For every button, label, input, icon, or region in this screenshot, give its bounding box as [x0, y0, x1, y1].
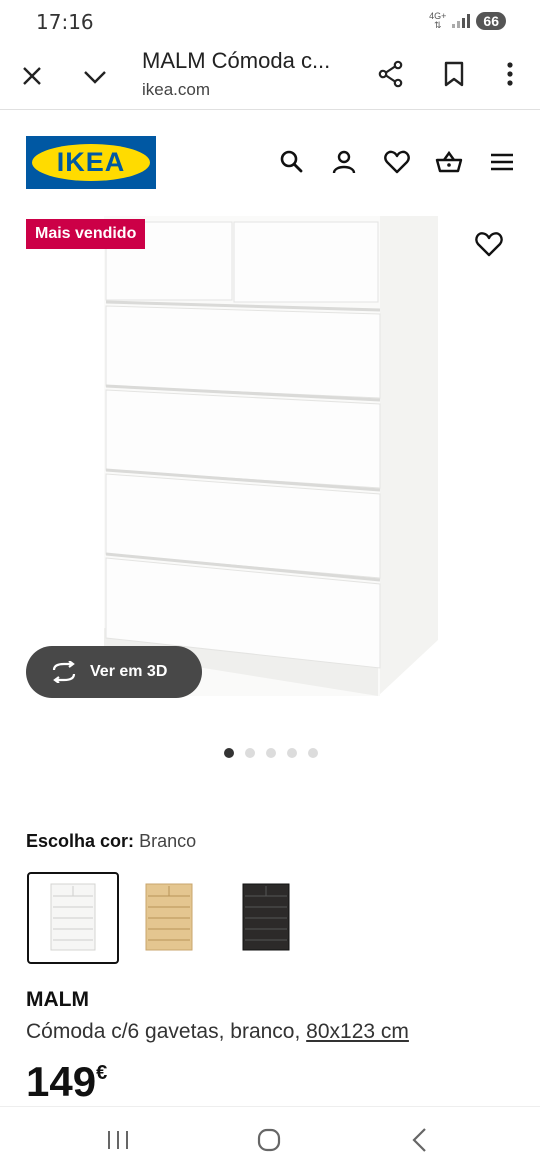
- color-option-oak[interactable]: [124, 872, 216, 964]
- pagination-dot[interactable]: [245, 748, 255, 758]
- product-dimensions-link[interactable]: 80x123 cm: [306, 1020, 409, 1043]
- battery-indicator: 66: [476, 12, 506, 30]
- heart-icon[interactable]: [383, 148, 411, 176]
- more-vert-icon[interactable]: [500, 60, 520, 88]
- cart-icon[interactable]: [435, 148, 463, 176]
- bookmark-icon[interactable]: [442, 60, 466, 88]
- system-navigation-bar: [0, 1106, 540, 1170]
- ikea-logo[interactable]: IKEA: [26, 136, 156, 189]
- page-url: ikea.com: [142, 80, 211, 99]
- user-icon[interactable]: [330, 148, 358, 176]
- color-chooser-label: Escolha cor: Branco: [26, 831, 197, 851]
- browser-toolbar: MALM Cómoda c... ikea.com: [0, 44, 540, 110]
- rotate-3d-icon: [52, 661, 76, 683]
- product-price: 149€: [26, 1058, 108, 1105]
- home-icon[interactable]: [254, 1125, 284, 1155]
- pagination-dot[interactable]: [287, 748, 297, 758]
- menu-icon[interactable]: [488, 148, 516, 176]
- pagination-dot[interactable]: [308, 748, 318, 758]
- color-option-white[interactable]: [27, 872, 119, 964]
- pagination-dot[interactable]: [266, 748, 276, 758]
- view-3d-label: Ver em 3D: [90, 663, 168, 680]
- signal-icon: [452, 14, 471, 28]
- view-3d-button[interactable]: Ver em 3D: [26, 646, 202, 698]
- network-indicator: 4G+ ⇅: [429, 11, 447, 30]
- search-icon[interactable]: [278, 148, 306, 176]
- selected-color: Branco: [139, 831, 197, 851]
- close-icon[interactable]: [20, 64, 44, 88]
- back-icon[interactable]: [405, 1125, 435, 1155]
- chevron-down-icon[interactable]: [82, 64, 108, 88]
- product-name: MALM: [26, 988, 89, 1011]
- product-description: Cómoda c/6 gavetas, branco, 80x123 cm: [26, 1020, 409, 1043]
- gallery-pagination: [224, 748, 318, 758]
- status-bar: 17:16 4G+ ⇅ 66: [0, 0, 540, 44]
- pagination-dot[interactable]: [224, 748, 234, 758]
- page-title: MALM Cómoda c...: [142, 48, 331, 73]
- bestseller-badge: Mais vendido: [26, 219, 146, 249]
- favourite-heart-icon[interactable]: [474, 230, 504, 258]
- share-icon[interactable]: [378, 60, 404, 88]
- status-time: 17:16: [36, 10, 94, 34]
- color-option-black-brown[interactable]: [221, 872, 313, 964]
- recent-apps-icon[interactable]: [103, 1125, 133, 1155]
